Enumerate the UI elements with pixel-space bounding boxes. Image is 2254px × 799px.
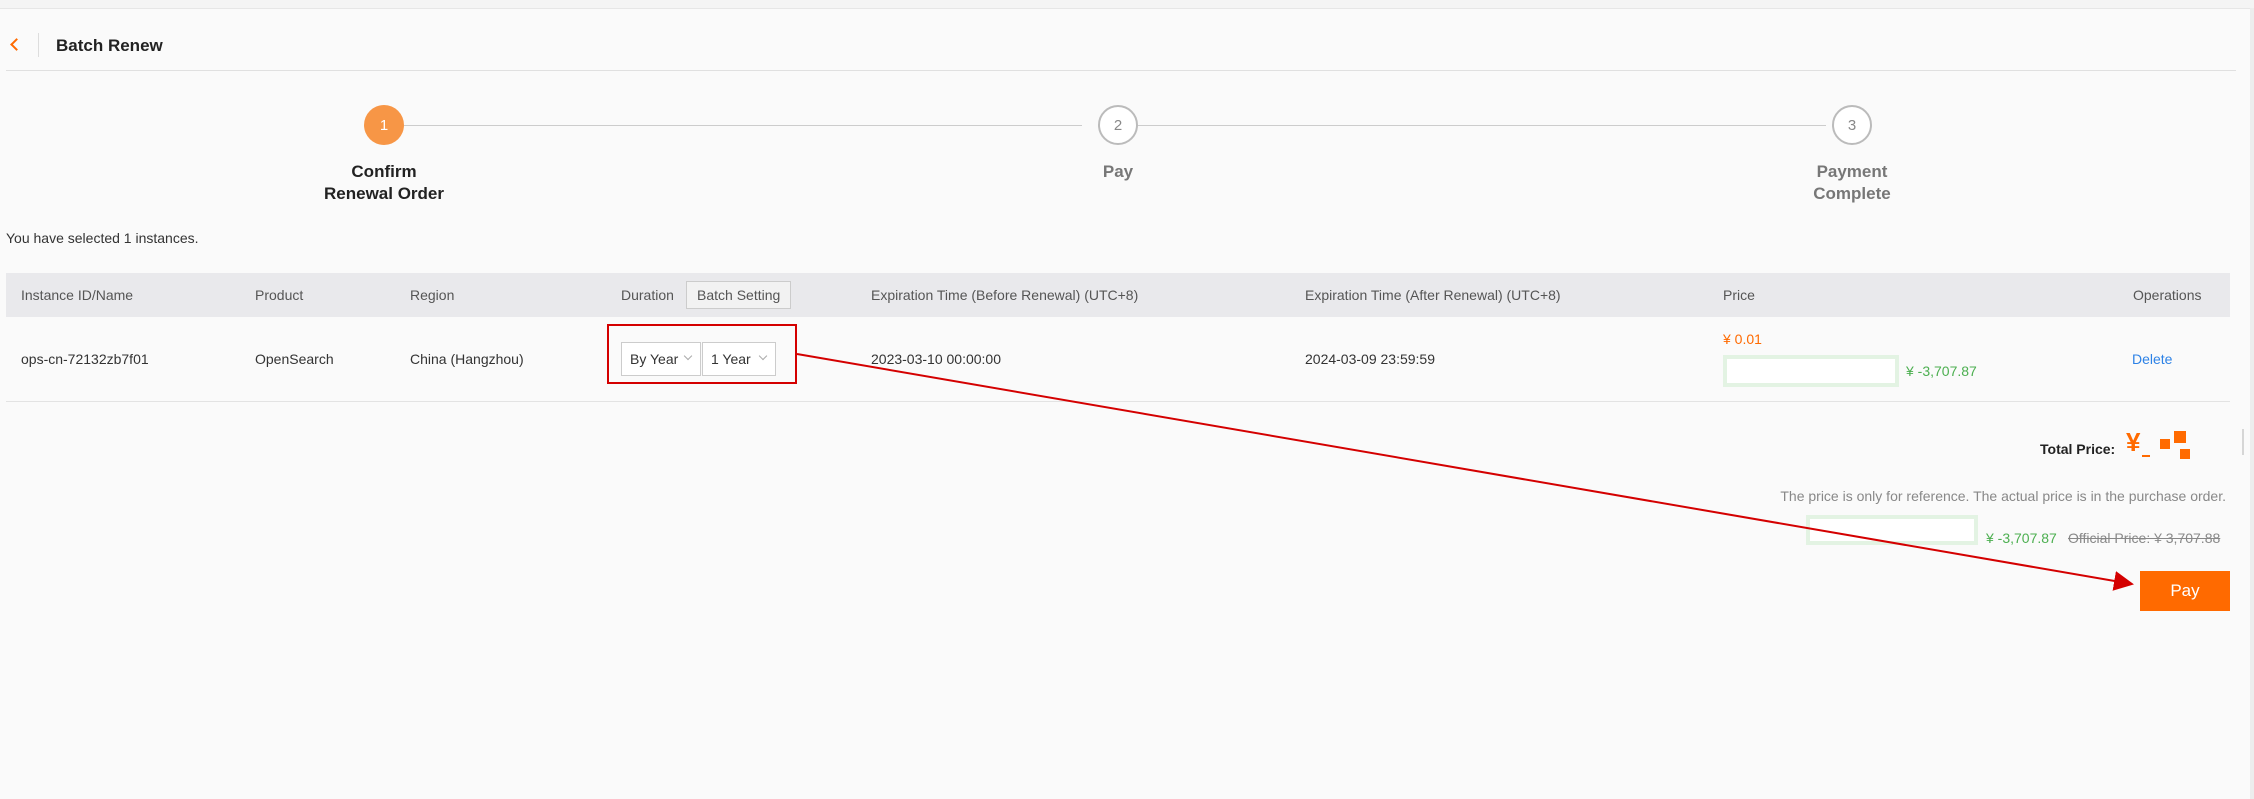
page-scrollbar[interactable] [2250, 8, 2254, 799]
official-price: Official Price: ¥ 3,707.88 [2068, 530, 2221, 546]
row-discount: ¥ -3,707.87 [1906, 363, 1977, 379]
renewal-table: Instance ID/Name Product Region Duration… [6, 273, 2230, 402]
back-arrow-icon[interactable] [8, 37, 20, 53]
progress-steps: 1 Confirm Renewal Order 2 Pay 3 Payment … [0, 105, 2250, 215]
header-separator [6, 70, 2236, 71]
step-connector-2 [1138, 125, 1826, 126]
table-row: ops-cn-72132zb7f01 OpenSearch China (Han… [6, 317, 2230, 402]
product-name: OpenSearch [255, 351, 334, 367]
page-header: Batch Renew [0, 9, 2250, 71]
total-price-fragment [2174, 431, 2186, 443]
col-exp-after: Expiration Time (After Renewal) (UTC+8) [1305, 287, 1561, 303]
batch-setting-button[interactable]: Batch Setting [686, 281, 792, 309]
col-exp-before: Expiration Time (Before Renewal) (UTC+8) [871, 287, 1139, 303]
col-region: Region [410, 287, 455, 303]
total-price-fragment [2142, 455, 2150, 457]
batch-renew-page: Batch Renew 1 Confirm Renewal Order 2 Pa… [0, 8, 2250, 799]
redacted-area [1723, 355, 1899, 387]
instance-id: ops-cn-72132zb7f01 [21, 351, 149, 367]
header-divider [38, 33, 39, 57]
delete-link[interactable]: Delete [2132, 351, 2172, 367]
col-product: Product [255, 287, 304, 303]
step-connector-1 [404, 125, 1082, 126]
step-3-indicator: 3 [1832, 105, 1872, 145]
total-discount: ¥ -3,707.87 [1986, 530, 2057, 546]
step-2-indicator: 2 [1098, 105, 1138, 145]
selection-summary: You have selected 1 instances. [6, 230, 199, 246]
table-header: Instance ID/Name Product Region Duration… [6, 273, 2230, 317]
expiration-after: 2024-03-09 23:59:59 [1305, 351, 1435, 367]
step-2-label: Pay [1102, 162, 1134, 181]
step-1-indicator: 1 [364, 105, 404, 145]
region-name: China (Hangzhou) [410, 351, 524, 367]
total-price-currency: ¥ [2126, 427, 2141, 457]
col-price: Price [1723, 287, 1755, 303]
step-3-label: Payment Complete [1813, 162, 1891, 203]
total-price-fragment [2180, 449, 2190, 459]
col-instance: Instance ID/Name [21, 287, 134, 303]
price-scrollbar[interactable] [2242, 429, 2244, 455]
page-title: Batch Renew [56, 36, 163, 55]
total-price-label: Total Price: [2040, 441, 2116, 457]
price-reference-note: The price is only for reference. The act… [1780, 488, 2226, 504]
redacted-area [1806, 515, 1978, 545]
annotation-highlight-box [607, 324, 797, 384]
total-price-fragment [2160, 439, 2170, 449]
row-price: ¥ 0.01 [1723, 331, 1762, 347]
step-1-label: Confirm Renewal Order [324, 162, 444, 203]
col-duration: Duration [621, 287, 674, 303]
expiration-before: 2023-03-10 00:00:00 [871, 351, 1001, 367]
col-operations: Operations [2133, 287, 2202, 303]
pay-button[interactable]: Pay [2140, 571, 2230, 611]
